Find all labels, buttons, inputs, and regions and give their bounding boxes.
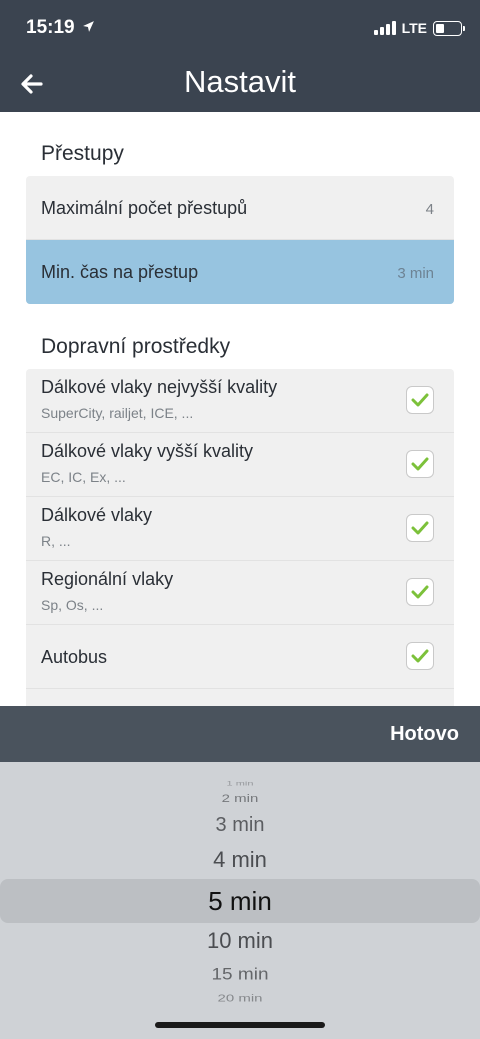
home-indicator[interactable] xyxy=(155,1022,325,1028)
item-title: Regionální vlaky xyxy=(41,569,174,589)
network-type: LTE xyxy=(401,20,427,36)
picker-option[interactable]: 3 min xyxy=(0,814,480,837)
picker-option[interactable]: 2 min xyxy=(0,792,480,805)
picker-option[interactable]: 15 min xyxy=(0,966,480,985)
battery-icon xyxy=(433,20,465,36)
list-item[interactable]: Dálkové vlaky R, ... xyxy=(26,497,454,561)
row-label: Min. čas na přestup xyxy=(41,262,199,282)
item-subtitle: R, ... xyxy=(41,533,71,549)
item-title: Dálkové vlaky xyxy=(41,505,153,525)
row-value: 3 min xyxy=(397,265,434,282)
picker-option[interactable]: 20 min xyxy=(0,993,480,1005)
item-title: Dálkové vlaky nejvyšší kvality xyxy=(41,377,278,397)
time-picker-wheel[interactable]: 1 min 2 min 3 min 4 min 5 min 10 min 15 … xyxy=(0,762,480,1039)
list-item[interactable]: Regionální vlaky Sp, Os, ... xyxy=(26,561,454,625)
row-label: Maximální počet přestupů xyxy=(41,198,248,218)
checkmark-icon xyxy=(411,457,429,471)
checkmark-icon xyxy=(411,649,429,663)
item-title: Dálkové vlaky vyšší kvality xyxy=(41,441,254,461)
item-subtitle: Sp, Os, ... xyxy=(41,597,104,613)
checkmark-icon xyxy=(411,521,429,535)
app-header: 15:19 LTE Nastavit xyxy=(0,0,480,112)
list-item[interactable]: Dálkové vlaky nejvyšší kvality SuperCity… xyxy=(26,369,454,433)
list-item[interactable]: Dálkové vlaky vyšší kvality EC, IC, Ex, … xyxy=(26,433,454,497)
checkmark-icon xyxy=(411,585,429,599)
status-indicators: LTE xyxy=(373,20,465,36)
picker-option[interactable]: 4 min xyxy=(0,847,480,873)
picker-option-selected[interactable]: 5 min xyxy=(0,886,480,917)
item-subtitle: EC, IC, Ex, ... xyxy=(41,469,126,485)
status-time: 15:19 xyxy=(26,17,75,38)
checkbox[interactable] xyxy=(406,450,434,478)
max-transfers-row[interactable]: Maximální počet přestupů 4 xyxy=(26,176,454,240)
section-title-transport: Dopravní prostředky xyxy=(41,335,231,358)
done-button[interactable]: Hotovo xyxy=(390,723,459,746)
picker-option[interactable]: 10 min xyxy=(0,928,480,954)
min-transfer-time-row[interactable]: Min. čas na přestup 3 min xyxy=(26,240,454,304)
checkbox[interactable] xyxy=(406,514,434,542)
transfers-list: Maximální počet přestupů 4 Min. čas na p… xyxy=(26,176,454,304)
checkbox[interactable] xyxy=(406,642,434,670)
location-arrow-icon xyxy=(83,21,94,32)
picker-option[interactable]: 1 min xyxy=(0,781,480,788)
page-title: Nastavit xyxy=(184,64,296,99)
checkbox[interactable] xyxy=(406,578,434,606)
checkbox[interactable] xyxy=(406,386,434,414)
list-item[interactable] xyxy=(26,689,454,706)
item-subtitle: SuperCity, railjet, ICE, ... xyxy=(41,405,194,421)
list-item[interactable]: Autobus xyxy=(26,625,454,689)
item-title: Autobus xyxy=(41,647,108,667)
cellular-signal-icon xyxy=(373,21,396,35)
checkmark-icon xyxy=(411,393,429,407)
section-title-transfers: Přestupy xyxy=(41,142,124,165)
picker-toolbar: Hotovo xyxy=(0,706,480,762)
transport-list: Dálkové vlaky nejvyšší kvality SuperCity… xyxy=(26,369,454,706)
row-value: 4 xyxy=(425,201,434,218)
